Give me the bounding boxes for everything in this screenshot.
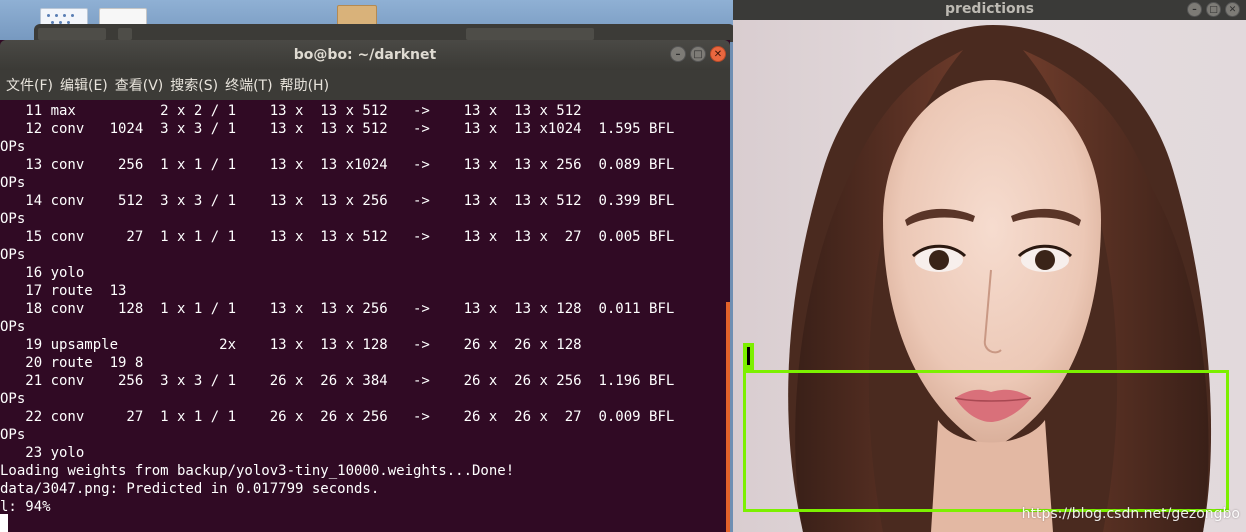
- terminal-cursor: [0, 514, 8, 532]
- terminal-line: 14 conv 512 3 x 3 / 1 13 x 13 x 256 -> 1…: [0, 193, 675, 209]
- menu-bar: 文件(F) 编辑(E) 查看(V) 搜索(S) 终端(T) 帮助(H): [0, 70, 730, 100]
- terminal-line: 20 route 19 8: [0, 355, 144, 371]
- predictions-titlebar[interactable]: predictions – □ ✕: [733, 0, 1246, 20]
- terminal-line: Loading weights from backup/yolov3-tiny_…: [0, 463, 515, 479]
- close-icon[interactable]: ✕: [1225, 2, 1240, 17]
- desktop-background: [0, 0, 735, 42]
- minimize-icon[interactable]: –: [1187, 2, 1202, 17]
- terminal-line: 17 route 13: [0, 283, 127, 299]
- window-title: bo@bo: ~/darknet: [293, 47, 437, 63]
- terminal-line: 19 upsample 2x 13 x 13 x 128 -> 26 x 26 …: [0, 337, 582, 353]
- maximize-icon[interactable]: □: [690, 46, 706, 62]
- terminal-scrollbar[interactable]: [726, 302, 730, 532]
- menu-search[interactable]: 搜索(S): [170, 75, 218, 95]
- terminal-line: OPs: [0, 247, 26, 263]
- terminal-window[interactable]: bo@bo: ~/darknet – □ ✕ 文件(F) 编辑(E) 查看(V)…: [0, 40, 730, 532]
- menu-edit[interactable]: 编辑(E): [60, 75, 108, 95]
- menu-help[interactable]: 帮助(H): [280, 75, 329, 95]
- terminal-line: OPs: [0, 139, 26, 155]
- terminal-line: 13 conv 256 1 x 1 / 1 13 x 13 x1024 -> 1…: [0, 157, 675, 173]
- terminal-line: 11 max 2 x 2 / 1 13 x 13 x 512 -> 13 x 1…: [0, 103, 582, 119]
- terminal-line: OPs: [0, 319, 26, 335]
- predictions-window[interactable]: predictions – □ ✕ https://blog.csdn.net/…: [733, 0, 1246, 532]
- close-icon[interactable]: ✕: [710, 46, 726, 62]
- terminal-line: 15 conv 27 1 x 1 / 1 13 x 13 x 512 -> 13…: [0, 229, 675, 245]
- terminal-line: OPs: [0, 427, 26, 443]
- terminal-line: 12 conv 1024 3 x 3 / 1 13 x 13 x 512 -> …: [0, 121, 675, 137]
- terminal-titlebar[interactable]: bo@bo: ~/darknet – □ ✕: [0, 40, 730, 70]
- maximize-icon[interactable]: □: [1206, 2, 1221, 17]
- menu-terminal[interactable]: 终端(T): [225, 75, 272, 95]
- watermark: https://blog.csdn.net/gezongbo: [1021, 506, 1240, 522]
- terminal-line: 18 conv 128 1 x 1 / 1 13 x 13 x 256 -> 1…: [0, 301, 675, 317]
- prediction-image: https://blog.csdn.net/gezongbo: [733, 20, 1246, 532]
- minimize-icon[interactable]: –: [670, 46, 686, 62]
- menu-file[interactable]: 文件(F): [6, 75, 53, 95]
- detection-label: [743, 343, 754, 370]
- terminal-line: 21 conv 256 3 x 3 / 1 26 x 26 x 384 -> 2…: [0, 373, 675, 389]
- terminal-line: OPs: [0, 211, 26, 227]
- terminal-line: 22 conv 27 1 x 1 / 1 26 x 26 x 256 -> 26…: [0, 409, 675, 425]
- terminal-line: data/3047.png: Predicted in 0.017799 sec…: [0, 481, 380, 497]
- terminal-line: 23 yolo: [0, 445, 85, 461]
- terminal-line: OPs: [0, 175, 26, 191]
- menu-view[interactable]: 查看(V): [115, 75, 164, 95]
- predictions-title: predictions: [945, 1, 1034, 17]
- terminal-output[interactable]: 11 max 2 x 2 / 1 13 x 13 x 512 -> 13 x 1…: [0, 102, 726, 532]
- terminal-line: OPs: [0, 391, 26, 407]
- terminal-line: 16 yolo: [0, 265, 85, 281]
- detection-bounding-box: [743, 370, 1229, 512]
